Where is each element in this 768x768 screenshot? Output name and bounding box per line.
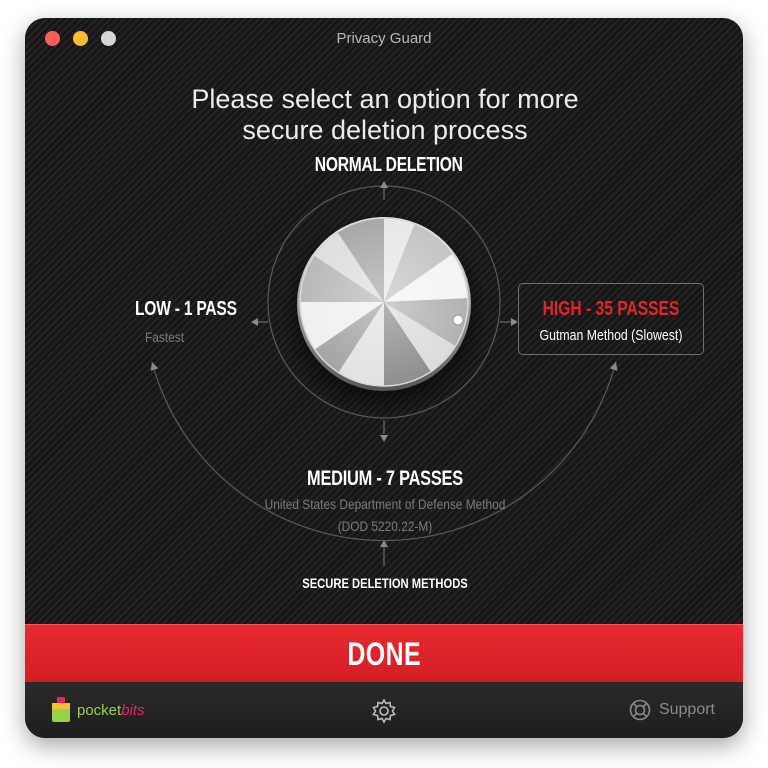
arc-arrow-left bbox=[150, 362, 159, 371]
pocketbits-brand[interactable]: pocket bits bbox=[51, 696, 145, 724]
gear-icon[interactable] bbox=[370, 697, 398, 725]
option-high-title: HIGH - 35 PASSES bbox=[542, 298, 680, 320]
app-window: Privacy Guard Please select an option fo… bbox=[25, 18, 743, 738]
option-low-title[interactable]: LOW - 1 PASS bbox=[135, 298, 237, 321]
support-link[interactable]: Support bbox=[629, 696, 715, 724]
done-button-label: DONE bbox=[347, 635, 421, 672]
option-low-subtitle: Fastest bbox=[145, 329, 185, 345]
arrow-medium bbox=[380, 435, 388, 442]
arrow-low bbox=[251, 318, 258, 326]
support-label: Support bbox=[658, 701, 715, 718]
pocketbits-logo-icon bbox=[52, 697, 70, 722]
footer-bar: pocket bits Support bbox=[25, 682, 743, 738]
brand-word-bits: bits bbox=[121, 701, 145, 719]
arrow-normal bbox=[380, 181, 388, 188]
secure-deletion-methods-label: SECURE DELETION METHODS bbox=[302, 575, 468, 591]
option-medium-title[interactable]: MEDIUM - 7 PASSES bbox=[299, 467, 471, 491]
option-medium-subtitle-line-2: (DOD 5220.22-M) bbox=[337, 518, 433, 534]
knob-indicator-dot bbox=[452, 314, 464, 326]
lifebuoy-icon bbox=[629, 699, 651, 721]
option-medium-subtitle-line-1: United States Department of Defense Meth… bbox=[264, 496, 506, 512]
option-high-selected[interactable]: HIGH - 35 PASSES Gutman Method (Slowest) bbox=[518, 283, 704, 355]
done-button[interactable]: DONE bbox=[25, 624, 743, 683]
option-normal-deletion[interactable]: NORMAL DELETION bbox=[315, 154, 463, 177]
arrow-high bbox=[511, 318, 518, 326]
arc-arrow-right bbox=[609, 362, 618, 371]
brand-word-pocket: pocket bbox=[77, 701, 122, 719]
option-high-subtitle: Gutman Method (Slowest) bbox=[539, 327, 683, 344]
